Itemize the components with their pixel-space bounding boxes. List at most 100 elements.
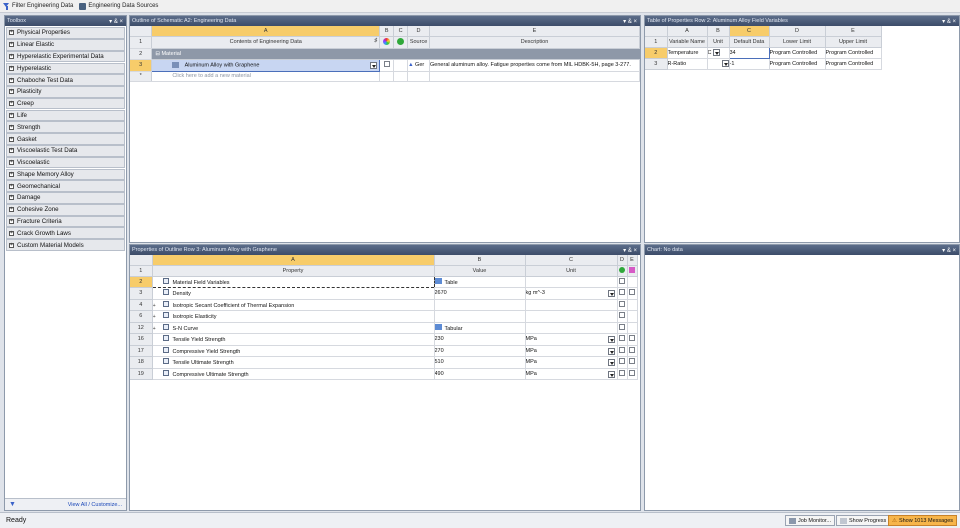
table-row[interactable]: 19 Compressive Ultimate Strength 490 MPa [130, 368, 638, 380]
collapse-icon[interactable]: ⊟ [155, 51, 160, 57]
expand-icon[interactable]: + [153, 303, 163, 309]
parameter-checkbox[interactable] [629, 358, 635, 365]
value-cell[interactable]: 510 [434, 356, 526, 369]
toolbox-item[interactable]: + Fracture Criteria [6, 215, 125, 228]
include-checkbox[interactable] [619, 312, 625, 319]
expand-icon[interactable]: + [9, 30, 14, 36]
material-row-aluminum-alloy[interactable]: Aluminum Alloy with Graphene [151, 58, 381, 72]
expand-icon[interactable]: + [9, 160, 14, 166]
expand-icon[interactable]: + [9, 183, 14, 189]
unit-cell[interactable]: MPa [525, 333, 618, 346]
sort-icon[interactable]: ♯ [374, 38, 377, 44]
expand-icon[interactable]: + [9, 124, 14, 130]
unit-dropdown[interactable] [607, 347, 615, 355]
table-row[interactable]: 3 Density 2670 kg m^-3 [130, 287, 638, 300]
col-header[interactable]: A [667, 26, 708, 37]
col-header[interactable]: C [393, 26, 409, 37]
include-checkbox[interactable] [619, 300, 625, 307]
include-checkbox[interactable] [619, 323, 625, 330]
value-cell[interactable] [434, 310, 526, 323]
suppress-checkbox[interactable] [383, 61, 390, 67]
expand-icon[interactable]: + [153, 326, 163, 332]
show-progress-button[interactable]: Show Progress [836, 515, 891, 526]
expand-icon[interactable]: + [9, 195, 14, 201]
default-data-input[interactable]: -1 [729, 58, 770, 70]
unit-dropdown[interactable] [713, 49, 721, 56]
toolbox-item[interactable]: + Cohesive Zone [6, 203, 125, 216]
table-row[interactable]: 12 + S-N Curve Tabular [130, 322, 638, 334]
col-header[interactable]: A [151, 26, 381, 37]
table-row[interactable]: 17 Compressive Yield Strength 270 MPa [130, 345, 638, 357]
include-checkbox[interactable] [619, 346, 625, 353]
expand-icon[interactable]: + [9, 112, 14, 118]
toolbox-item[interactable]: + Geomechanical [6, 180, 125, 192]
value-cell[interactable]: Tabular [434, 322, 526, 334]
table-row[interactable]: 4 + Isotropic Secant Coefficient of Therma… [130, 299, 638, 311]
toolbox-item[interactable]: + Viscoelastic [6, 156, 125, 169]
expand-icon[interactable]: + [9, 242, 14, 248]
toolbox-item[interactable]: + Chaboche Test Data [6, 74, 125, 86]
expand-icon[interactable]: + [9, 54, 14, 60]
parameter-checkbox[interactable] [629, 289, 635, 296]
filter-engineering-data-button[interactable]: Filter Engineering Data [3, 2, 73, 10]
value-cell[interactable]: Table [434, 276, 526, 288]
expand-icon[interactable]: + [9, 207, 14, 213]
toolbox-item[interactable]: + Strength [6, 121, 125, 134]
table-row[interactable]: 6 + Isotropic Elasticity [130, 310, 638, 323]
include-checkbox[interactable] [619, 335, 625, 342]
unit-cell[interactable] [525, 299, 618, 311]
expand-icon[interactable]: + [153, 314, 163, 320]
material-dropdown[interactable] [370, 61, 378, 69]
default-data-input[interactable]: 34 [728, 46, 770, 59]
parameter-checkbox[interactable] [629, 369, 635, 376]
col-header[interactable]: B [434, 255, 526, 266]
value-cell[interactable]: 230 [434, 333, 526, 346]
expand-icon[interactable]: + [9, 218, 14, 224]
unit-cell[interactable]: MPa [525, 368, 618, 380]
expand-icon[interactable]: + [9, 148, 14, 154]
unit-cell[interactable] [525, 322, 618, 334]
toolbox-item[interactable]: + Linear Elastic [6, 38, 125, 51]
toolbox-item[interactable]: + Hyperelastic [6, 62, 125, 75]
table-row[interactable]: 2 Material Field Variables Table [130, 275, 638, 288]
value-cell[interactable]: 2670 [434, 287, 526, 300]
expand-icon[interactable]: + [9, 171, 14, 177]
value-cell[interactable] [434, 299, 526, 311]
col-header[interactable]: C [729, 26, 770, 37]
toolbox-item[interactable]: + Crack Growth Laws [6, 227, 125, 240]
include-checkbox[interactable] [619, 358, 625, 365]
toolbox-item[interactable]: + Creep [6, 97, 125, 110]
toolbox-item[interactable]: + Plasticity [6, 86, 125, 98]
col-header[interactable]: E [825, 26, 882, 37]
unit-dropdown[interactable] [607, 370, 615, 378]
engineering-data-sources-button[interactable]: Engineering Data Sources [79, 2, 158, 10]
job-monitor-button[interactable]: Job Monitor... [785, 515, 836, 526]
panel-controls[interactable]: ▾ & × [942, 245, 956, 255]
include-checkbox[interactable] [619, 369, 625, 376]
parameter-checkbox[interactable] [629, 346, 635, 353]
unit-dropdown[interactable] [607, 359, 615, 366]
toolbox-item[interactable]: + Custom Material Models [6, 239, 125, 251]
add-material-row[interactable]: Click here to add a new material [151, 71, 381, 82]
table-row[interactable]: 16 Tensile Yield Strength 230 MPa [130, 333, 638, 346]
parameter-checkbox[interactable] [629, 335, 635, 342]
col-header[interactable]: D [769, 26, 826, 37]
show-messages-button[interactable]: ⚠ Show 1013 Messages [888, 515, 958, 526]
panel-controls[interactable]: ▾ & × [623, 245, 637, 255]
col-header[interactable]: B [379, 26, 395, 37]
col-header[interactable]: E [627, 255, 638, 266]
unit-cell[interactable]: kg m^-3 [525, 287, 618, 300]
unit-cell[interactable] [525, 310, 618, 323]
toolbox-item[interactable]: + Gasket [6, 133, 125, 145]
table-row[interactable]: 3 R-Ratio -1 Program Controlled Program … [645, 58, 882, 70]
expand-icon[interactable]: + [9, 65, 14, 71]
unit-dropdown[interactable] [721, 60, 728, 67]
expand-icon[interactable]: + [9, 77, 14, 83]
material-group-row[interactable]: ⊟ Material [151, 48, 640, 60]
toolbox-item[interactable]: + Shape Memory Alloy [6, 168, 125, 181]
col-header[interactable]: D [617, 255, 628, 266]
expand-icon[interactable]: + [9, 136, 14, 142]
unit-dropdown[interactable] [607, 290, 615, 297]
col-header[interactable]: D [407, 26, 431, 37]
unit-cell[interactable]: MPa [525, 356, 618, 369]
